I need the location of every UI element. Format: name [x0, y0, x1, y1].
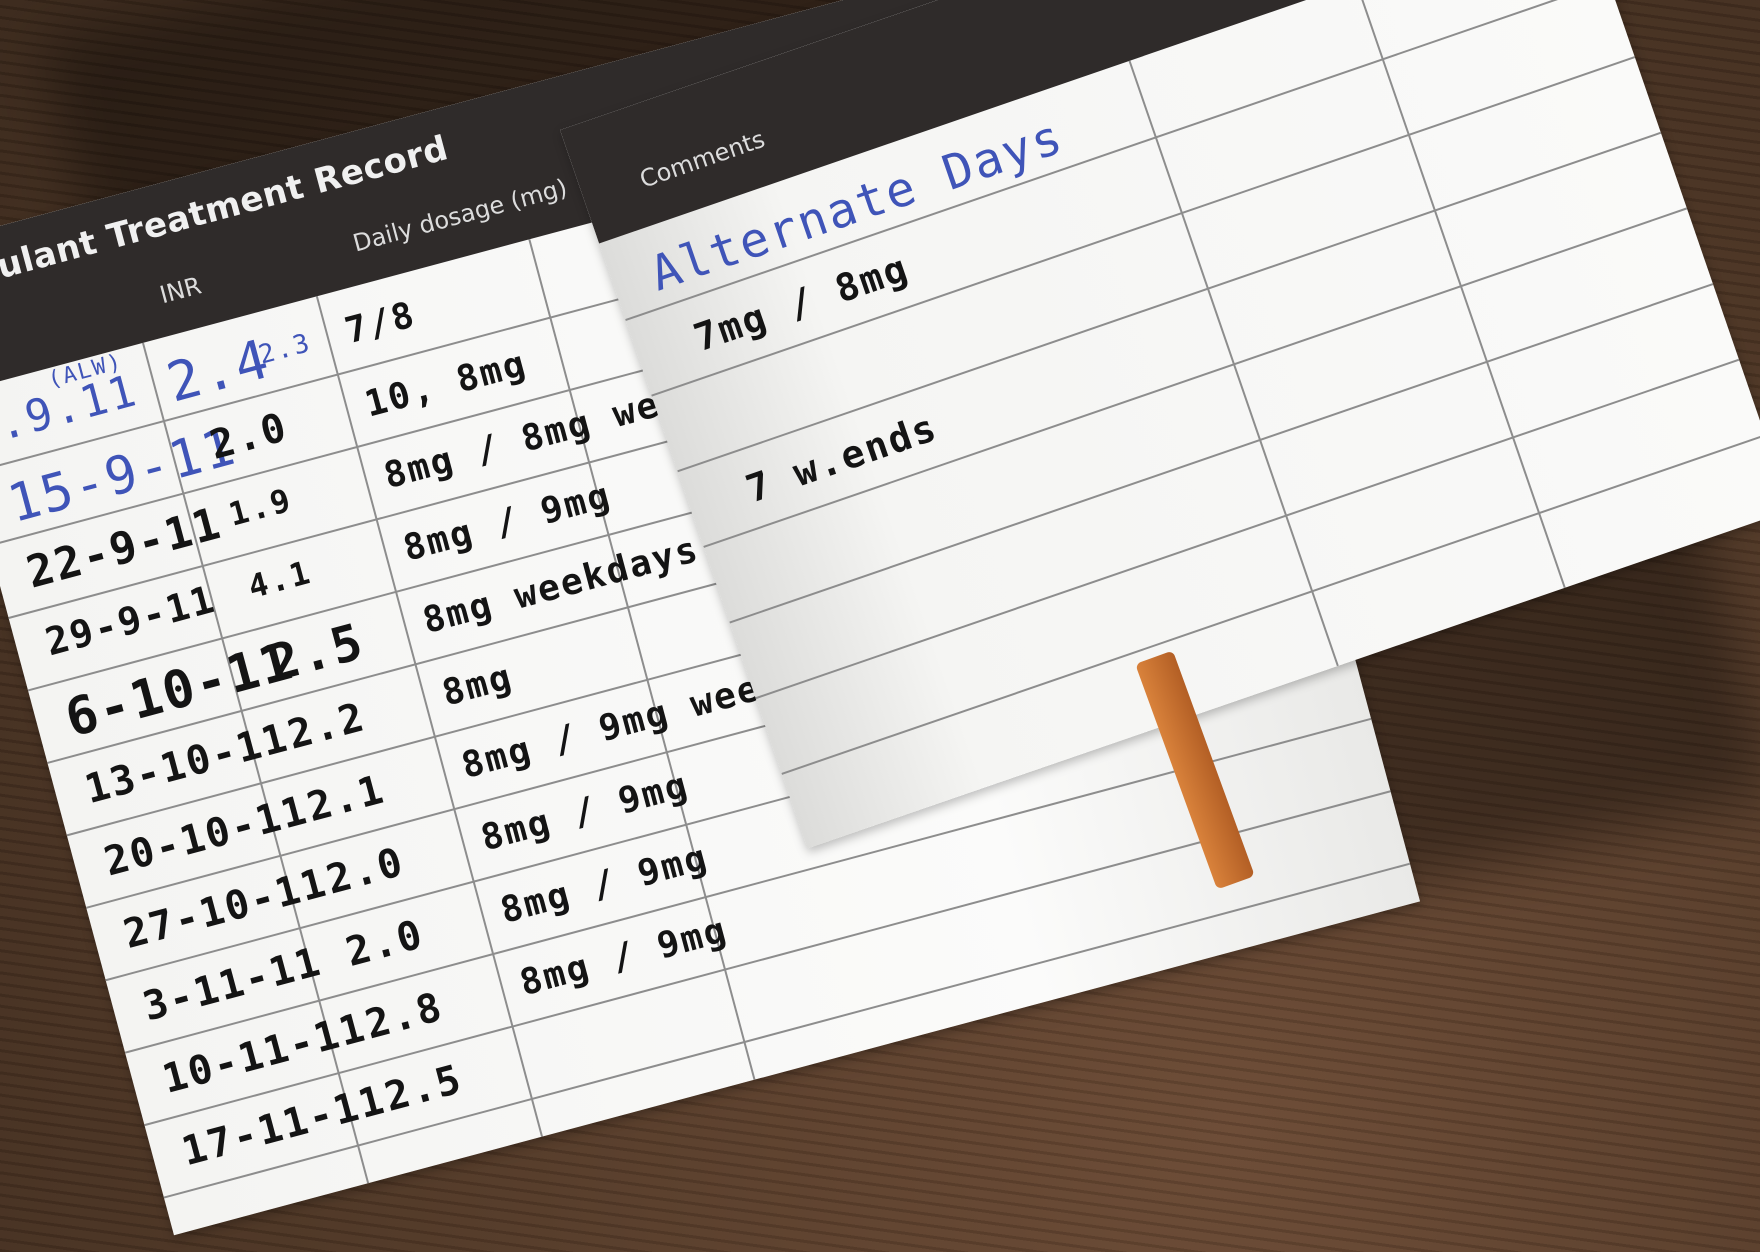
dose-entry: 8mg [437, 656, 518, 715]
inr-aside: 2.3 [255, 327, 315, 371]
inr-entry: 4.1 [244, 552, 316, 607]
inr-entry: 2.0 [341, 911, 429, 977]
inr-entry: 2.2 [282, 694, 371, 759]
grid-line [703, 207, 1688, 548]
dose-entry: 10, 8mg [360, 343, 532, 426]
dose-entry: 8mg / 9mg [496, 837, 713, 932]
dose-entry: 7/8 [340, 294, 421, 353]
date-entry: 3-11-11 [138, 938, 327, 1031]
inr-entry: 2.0 [205, 404, 293, 469]
dose-entry: 8mg / 9mg [515, 909, 733, 1005]
dose-entry: 8mg / 9mg [399, 474, 616, 570]
grid-line [1128, 60, 1339, 667]
inr-entry: 2.0 [321, 838, 410, 904]
inr-entry: 1.9 [224, 480, 297, 534]
inr-entry: 2.8 [360, 983, 449, 1049]
dose-entry: 8mg / 9mg [476, 764, 694, 860]
comments-column-header: Comments [636, 124, 769, 194]
inr-column-header: INR [156, 271, 205, 310]
comment-entry: 7 w.ends [740, 404, 943, 512]
inr-entry: 2.5 [379, 1056, 468, 1121]
date-entry: 29-9-11 [40, 576, 221, 665]
inr-entry: 2.1 [302, 766, 390, 832]
dosage-column-header: Daily dosage (mg) [349, 173, 571, 258]
grid-line [1355, 0, 1566, 589]
